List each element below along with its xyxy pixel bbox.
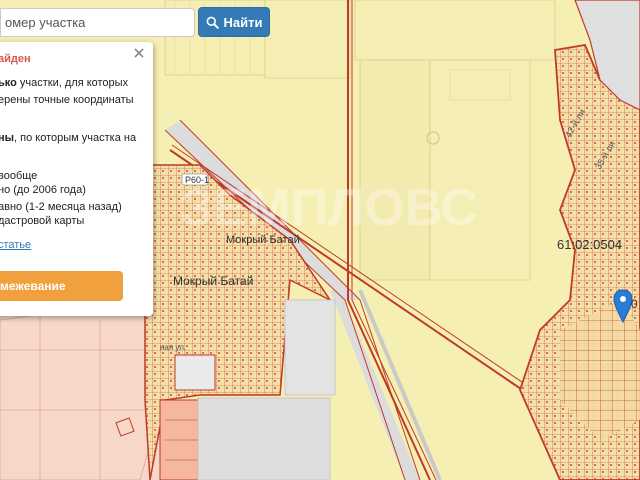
- popup-text-bold-3: ны: [0, 132, 15, 144]
- popup-text-rest-3: , по которым участка на: [14, 132, 137, 144]
- road-sign-label: Р60-1: [185, 175, 209, 185]
- article-link[interactable]: статье: [0, 237, 31, 254]
- search-icon: [206, 16, 219, 29]
- order-survey-button[interactable]: межевание: [0, 271, 123, 301]
- popup-text-line-3: ны, по которым участка на: [0, 130, 136, 147]
- popup-text-line-1: ько участки, для которых: [0, 75, 128, 92]
- settlement-label-1: Мокрый Батай: [226, 234, 300, 246]
- search-box[interactable]: [0, 8, 195, 37]
- marker-label: 0: [631, 297, 638, 311]
- watermark: ЗЕМПЛОВС: [180, 179, 478, 237]
- find-button[interactable]: Найти: [198, 7, 270, 37]
- popup-text-line-5: но (до 2006 года): [0, 184, 86, 196]
- popup-text-bold-1: ько: [0, 77, 17, 89]
- cadastral-number-label: 61:02:0504: [557, 237, 622, 252]
- popup-text-rest-1: участки, для которых: [16, 77, 129, 89]
- popup-title: айден: [0, 53, 31, 65]
- close-icon[interactable]: [133, 47, 145, 59]
- search-input[interactable]: [1, 9, 194, 36]
- settlement-label-2: Мокрый Батай: [173, 274, 253, 288]
- popup-text-line-7: дастровой карты: [0, 215, 85, 227]
- info-popup: айден ько участки, для которых ерены точ…: [0, 42, 153, 316]
- find-button-label: Найти: [223, 14, 263, 30]
- street-label-3: ная ул.: [160, 343, 186, 352]
- popup-text-line-2: ерены точные координаты: [0, 94, 134, 106]
